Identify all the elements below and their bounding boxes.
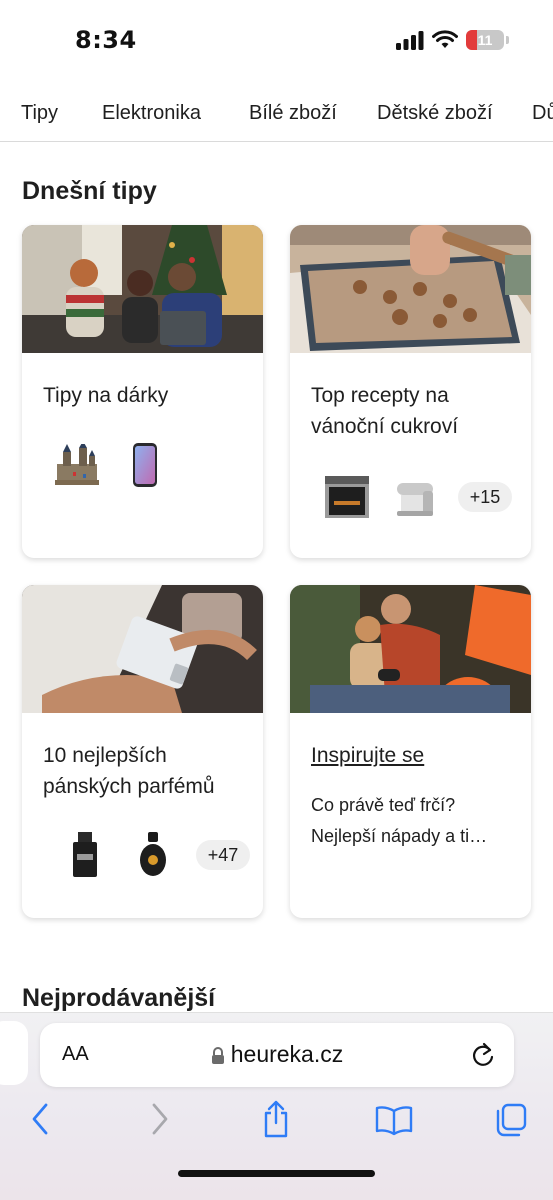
back-icon[interactable]	[28, 1099, 52, 1139]
home-indicator	[178, 1170, 375, 1177]
product-thumbs: +47	[60, 830, 250, 880]
tip-card-gifts[interactable]: Tipy na dárky	[22, 225, 263, 558]
tip-card-cookies[interactable]: Top recepty na vánoční cukroví +15	[290, 225, 531, 558]
card-photo-gaming	[290, 585, 531, 713]
section-title: Dnešní tipy	[22, 177, 157, 205]
previous-tab-preview[interactable]	[0, 1021, 28, 1085]
tip-card-inspiration[interactable]: Inspirujte se Co právě teď frčí? Nejlepš…	[290, 585, 531, 918]
tabs-icon[interactable]	[494, 1099, 528, 1139]
oven-thumb[interactable]	[322, 472, 372, 522]
url-display[interactable]: heureka.cz	[40, 1041, 514, 1068]
tab-tipy[interactable]: Tipy	[21, 102, 58, 125]
lego-castle-thumb[interactable]	[52, 440, 102, 490]
bookmarks-icon[interactable]	[374, 1099, 414, 1139]
inspiration-link[interactable]: Inspirujte se	[311, 740, 516, 771]
card-photo-baking	[290, 225, 531, 353]
tip-card-perfumes[interactable]: 10 nejlepších pánských parfémů +47	[22, 585, 263, 918]
wifi-icon	[432, 30, 458, 48]
category-tabs: Tipy Elektronika Bílé zboží Dětské zboží…	[0, 86, 553, 142]
status-time: 8:34	[75, 26, 137, 54]
card-title: 10 nejlepších pánských parfémů	[43, 744, 215, 798]
signal-icon	[396, 31, 424, 50]
card-title: Tipy na dárky	[43, 384, 169, 407]
card-photo-perfume	[22, 585, 263, 713]
perfume-black-thumb[interactable]	[60, 830, 110, 880]
tab-bile-zbozi[interactable]: Bílé zboží	[249, 102, 337, 125]
battery-tip	[506, 36, 509, 44]
food-processor-thumb[interactable]	[390, 472, 440, 522]
perfume-bomb-thumb[interactable]	[128, 830, 178, 880]
status-icons: 11	[396, 30, 509, 50]
status-bar: 8:34 11	[0, 0, 553, 84]
card-title: Top recepty na vánoční cukroví	[311, 384, 459, 438]
tab-elektronika[interactable]: Elektronika	[102, 102, 201, 125]
tab-dum[interactable]: Dů	[532, 102, 553, 125]
more-products-badge[interactable]: +15	[458, 482, 512, 512]
product-thumbs: +15	[322, 472, 512, 522]
lock-icon	[211, 1046, 224, 1064]
iphone-thumb[interactable]	[120, 440, 170, 490]
tab-detske-zbozi[interactable]: Dětské zboží	[377, 102, 493, 125]
battery-level: 11	[477, 32, 493, 48]
product-thumbs	[52, 440, 170, 490]
forward-icon[interactable]	[148, 1099, 172, 1139]
share-icon[interactable]	[260, 1099, 292, 1139]
battery-icon: 11	[466, 30, 504, 50]
reload-icon[interactable]	[470, 1041, 496, 1069]
next-section-title: Nejprodávanější	[22, 984, 216, 1012]
url-domain: heureka.cz	[230, 1041, 344, 1067]
card-description: Co právě teď frčí? Nejlepší nápady a ti…	[311, 795, 488, 846]
address-bar[interactable]: AA heureka.cz	[40, 1023, 514, 1087]
more-products-badge[interactable]: +47	[196, 840, 250, 870]
card-photo-family	[22, 225, 263, 353]
